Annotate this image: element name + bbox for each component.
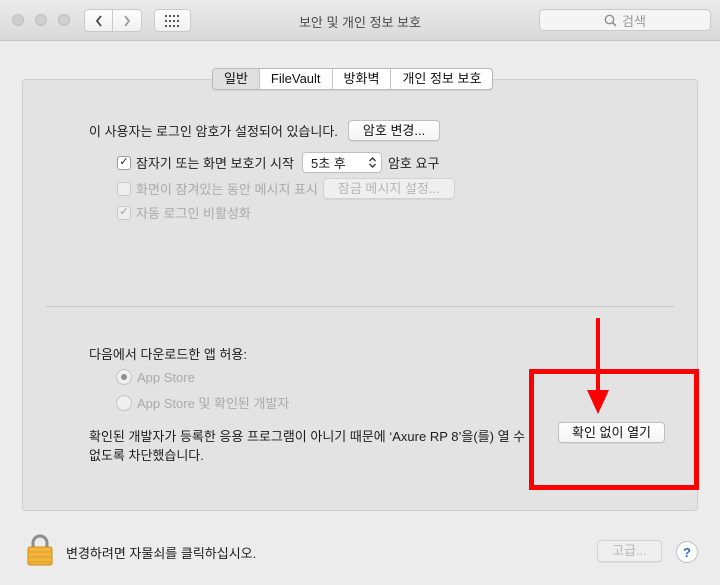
tab-general[interactable]: 일반 <box>213 69 260 89</box>
download-heading: 다음에서 다운로드한 앱 허용: <box>89 347 247 362</box>
radio-app-store-label: App Store <box>137 369 195 385</box>
section-divider <box>46 306 674 307</box>
lock-icon[interactable] <box>27 534 53 566</box>
show-message-checkbox[interactable] <box>117 181 131 196</box>
require-password-row: ✓ 잠자기 또는 화면 보호기 시작 5초 후 암호 요구 <box>117 152 439 173</box>
annotation-arrow <box>587 318 609 414</box>
search-field[interactable]: 검색 <box>539 9 711 31</box>
password-delay-select[interactable]: 5초 후 <box>301 152 382 173</box>
lock-instruction-text: 변경하려면 자물쇠를 클릭하십시오. <box>66 546 257 561</box>
password-delay-value: 5초 후 <box>310 156 346 171</box>
show-message-row: 화면이 잠겨있는 동안 메시지 표시 잠금 메시지 설정... <box>117 178 455 199</box>
radio-app-store[interactable] <box>116 369 132 385</box>
tab-firewall[interactable]: 방화벽 <box>333 69 392 89</box>
require-password-suffix: 암호 요구 <box>387 156 440 171</box>
change-password-button[interactable]: 암호 변경... <box>347 120 441 141</box>
password-row: 이 사용자는 로그인 암호가 설정되어 있습니다. 암호 변경... <box>89 120 441 141</box>
search-placeholder: 검색 <box>622 13 646 29</box>
blocked-message-line1: 확인된 개발자가 등록한 응용 프로그램이 아니기 때문에 ‘Axure RP … <box>89 426 525 445</box>
advanced-button[interactable]: 고급... <box>597 540 662 562</box>
help-button[interactable]: ? <box>676 541 698 563</box>
title-bar: 보안 및 개인 정보 보호 검색 <box>0 0 720 41</box>
tab-bar: 일반 FileVault 방화벽 개인 정보 보호 <box>212 68 494 90</box>
disable-autologin-row: ✓ 자동 로그인 비활성화 <box>117 203 251 222</box>
open-anyway-button[interactable]: 확인 없이 열기 <box>558 422 665 443</box>
show-message-label: 화면이 잠겨있는 동안 메시지 표시 <box>136 182 318 197</box>
tab-privacy[interactable]: 개인 정보 보호 <box>391 69 492 89</box>
blocked-message-text-1: 확인된 개발자가 등록한 응용 프로그램이 아니기 때문에 ‘Axure RP … <box>89 429 526 444</box>
tab-filevault[interactable]: FileVault <box>260 69 333 89</box>
require-password-checkbox[interactable]: ✓ <box>117 155 131 170</box>
open-anyway-row: 확인 없이 열기 <box>558 422 665 443</box>
search-icon <box>604 14 617 27</box>
radio-app-store-row: App Store <box>116 369 195 385</box>
disable-autologin-label: 자동 로그인 비활성화 <box>136 206 251 221</box>
password-status-text: 이 사용자는 로그인 암호가 설정되어 있습니다. <box>89 124 338 139</box>
download-heading-row: 다음에서 다운로드한 앱 허용: <box>89 344 247 363</box>
blocked-message-text-2: 없도록 차단했습니다. <box>89 448 204 463</box>
set-lock-message-button[interactable]: 잠금 메시지 설정... <box>322 178 455 199</box>
radio-app-store-identified[interactable] <box>116 394 132 411</box>
require-password-label: 잠자기 또는 화면 보호기 시작 <box>136 156 294 171</box>
blocked-message-line2: 없도록 차단했습니다. <box>89 445 204 464</box>
disable-autologin-checkbox[interactable]: ✓ <box>117 205 131 220</box>
radio-identified-row: App Store 및 확인된 개발자 <box>116 393 289 412</box>
radio-identified-label: App Store 및 확인된 개발자 <box>137 396 290 411</box>
stepper-arrows-icon <box>365 156 381 169</box>
